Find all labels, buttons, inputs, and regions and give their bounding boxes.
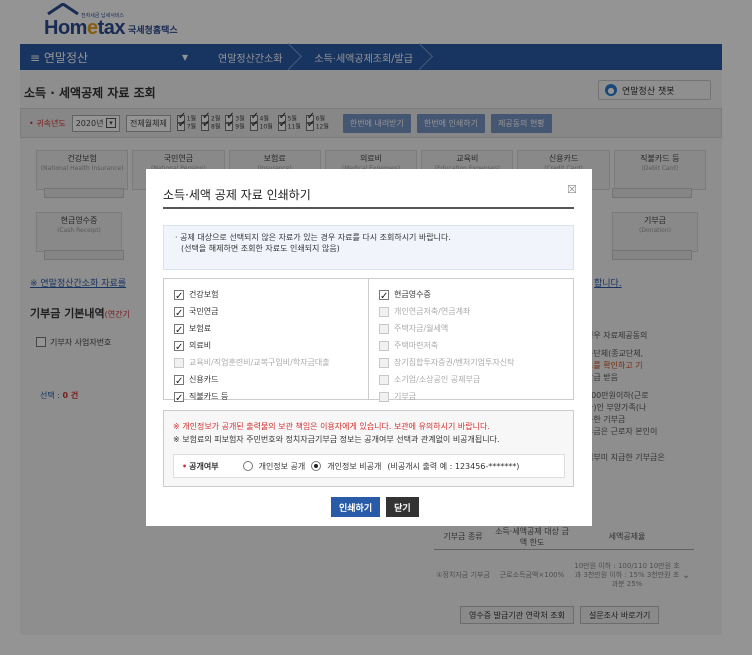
dialog-title: 소득·세액 공제 자료 인쇄하기 <box>163 188 311 202</box>
close-icon[interactable]: ☒ <box>567 183 577 196</box>
print-item-housing-fund: 주택자금/월세액 <box>379 320 573 337</box>
radio-private-label: 개인정보 비공개 <box>327 461 382 471</box>
print-items-left: 건강보험 국민연금 보험료 의료비 교육비/직업훈련비/교복구입비/학자금대출 … <box>164 279 369 407</box>
print-item-personal-pension: 개인연금저축/연금계좌 <box>379 303 573 320</box>
close-button[interactable]: 닫기 <box>386 497 419 517</box>
print-items-grid: 건강보험 국민연금 보험료 의료비 교육비/직업훈련비/교복구입비/학자금대출 … <box>163 278 574 407</box>
radio-private[interactable] <box>311 461 322 471</box>
print-dialog: 소득·세액 공제 자료 인쇄하기 ☒ · 공제 대상으로 선택되지 않은 자료가… <box>146 169 592 526</box>
print-item-small-business: 소기업/소상공인 공제부금 <box>379 371 573 388</box>
print-item-medical[interactable]: 의료비 <box>174 337 368 356</box>
dialog-buttons: 인쇄하기 닫기 <box>331 497 419 517</box>
print-item-cash-receipt[interactable]: 현금영수증 <box>379 286 573 305</box>
print-item-education: 교육비/직업훈련비/교복구입비/학자금대출 <box>174 354 368 371</box>
privacy-note: ※ 보험료의 피보험자 주민번호와 정치자금기부금 정보는 공개여부 선택과 관… <box>173 435 500 444</box>
radio-public-label: 개인정보 공개 <box>258 461 306 471</box>
private-hint: (비공개시 출력 예 : 123456-*******) <box>387 461 520 471</box>
print-item-pension[interactable]: 국민연금 <box>174 303 368 322</box>
radio-public[interactable] <box>242 461 253 471</box>
print-items-right: 현금영수증 개인연금저축/연금계좌 주택자금/월세액 주택마련저축 장기집합투자… <box>369 279 573 402</box>
print-item-debit-card[interactable]: 직불카드 등 <box>174 388 368 407</box>
print-item-credit-card[interactable]: 신용카드 <box>174 371 368 390</box>
dialog-notice: · 공제 대상으로 선택되지 않은 자료가 있는 경우 자료를 다시 조회하시기… <box>163 225 574 270</box>
print-item-investment: 장기집합투자증권/벤처기업투자신탁 <box>379 354 573 371</box>
print-item-health[interactable]: 건강보험 <box>174 286 368 305</box>
print-item-insurance[interactable]: 보험료 <box>174 320 368 339</box>
privacy-section: ※ 개인정보가 공개된 출력물의 보관 책임은 이용자에게 있습니다. 보관에 … <box>163 410 574 487</box>
print-button[interactable]: 인쇄하기 <box>331 497 381 517</box>
print-item-housing-savings: 주택마련저축 <box>379 337 573 354</box>
privacy-warning: ※ 개인정보가 공개된 출력물의 보관 책임은 이용자에게 있습니다. 보관에 … <box>173 422 490 431</box>
title-divider <box>163 207 574 209</box>
disclosure-row: • 공개여부 개인정보 공개 개인정보 비공개 (비공개시 출력 예 : 1234… <box>173 454 565 478</box>
disclosure-label: • 공개여부 <box>182 461 219 471</box>
print-item-donation: 기부금 <box>379 388 573 405</box>
